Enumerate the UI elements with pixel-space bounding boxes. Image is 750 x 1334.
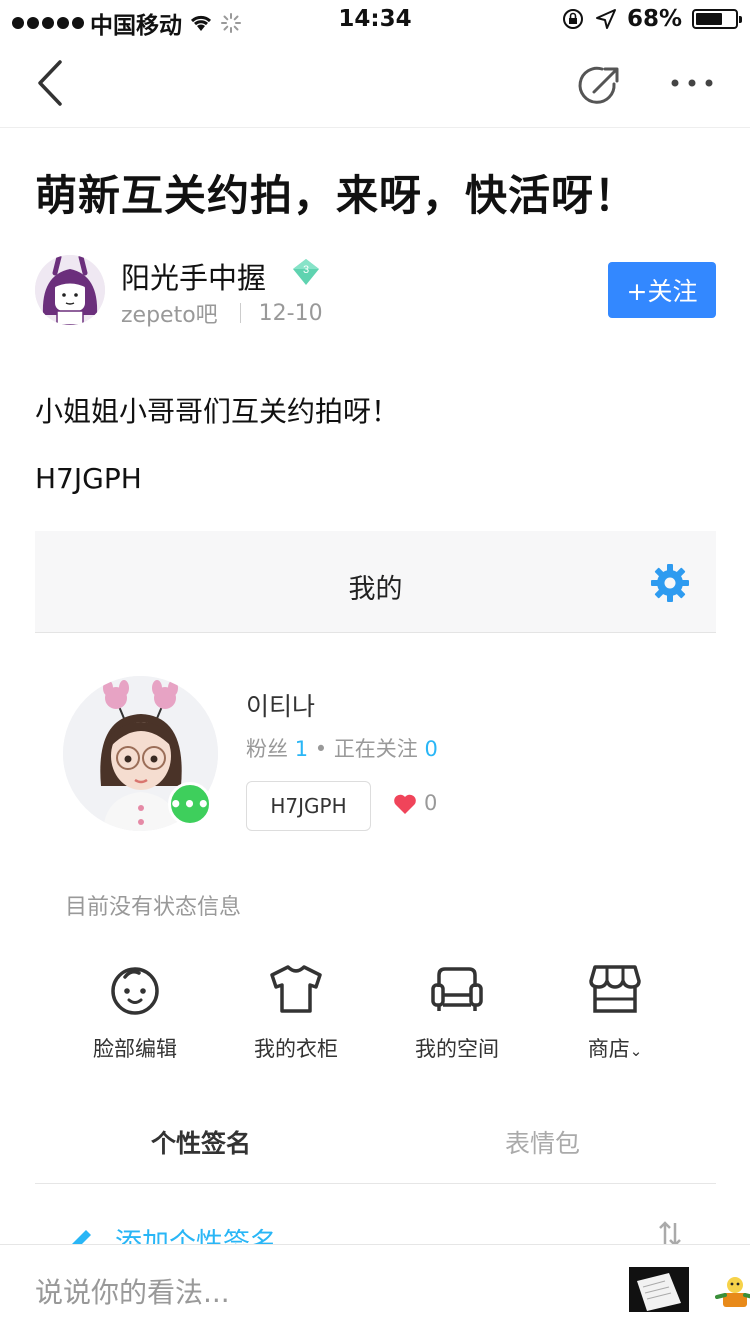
dot-separator: •	[314, 737, 334, 761]
level-badge-icon: 3	[293, 259, 319, 285]
zepeto-stats: 粉丝 1 • 正在关注 0	[246, 733, 438, 763]
add-signature-label: 添加个性签名	[115, 1228, 277, 1245]
status-bar: 中国移动 14:34 68%	[0, 0, 750, 40]
rotation-lock-icon	[562, 9, 583, 29]
comment-bar: 说说你的看法...	[0, 1244, 750, 1334]
author-meta: zepeto吧 12-10	[121, 297, 323, 329]
followers-label: 粉丝	[246, 737, 288, 761]
store-icon	[589, 965, 641, 1013]
menu-label: 商店⌄	[555, 1033, 675, 1063]
face-icon	[111, 967, 159, 1015]
followers-count: 1	[294, 737, 309, 761]
menu-label: 我的空间	[415, 1037, 499, 1061]
likes-count: 0	[424, 791, 438, 815]
zepeto-menu: 脸部编辑 我的衣柜 我的空间 商店⌄	[55, 961, 695, 1071]
zepeto-username: 이티나	[246, 692, 316, 721]
status-message: 目前没有状态信息	[65, 895, 242, 920]
gear-icon	[651, 564, 689, 602]
heart-icon	[394, 794, 416, 814]
location-icon	[595, 9, 616, 29]
store-label: 商店	[587, 1037, 630, 1061]
image-thumbnail[interactable]	[629, 1267, 689, 1312]
menu-label: 我的衣柜	[254, 1037, 338, 1061]
menu-label: 脸部编辑	[93, 1037, 177, 1061]
embed-title: 我的	[348, 574, 403, 605]
follow-button[interactable]: +关注	[608, 262, 716, 318]
battery-percent: 68%	[626, 6, 682, 32]
following-label: 正在关注	[333, 737, 418, 761]
embed-header: 我的	[35, 531, 716, 633]
sofa-icon	[431, 967, 483, 1011]
meta-divider	[239, 303, 241, 323]
chat-bubble-icon[interactable]: •••	[168, 782, 212, 826]
forum-name[interactable]: zepeto吧	[121, 297, 218, 329]
tab-signature: 个性签名	[151, 1129, 252, 1158]
level-number: 3	[303, 264, 309, 276]
add-signature: 添加个性签名	[65, 1221, 277, 1245]
post-date: 12-10	[258, 300, 323, 326]
comment-input[interactable]: 说说你的看法...	[35, 1271, 230, 1311]
author-avatar[interactable]	[35, 255, 105, 325]
post-image[interactable]: 我的 ••• 이티나 粉丝 1 • 正在关注 0 H7JGPH 0 目前没有状态…	[35, 531, 716, 1245]
author-row: 阳光手中握 3 zepeto吧 12-10 +关注	[35, 255, 716, 330]
nav-bar	[0, 40, 750, 128]
menu-store: 商店⌄	[555, 961, 675, 1071]
avatar-drawing	[35, 255, 105, 325]
post-body-code: H7JGPH	[35, 462, 142, 495]
following-count: 0	[424, 737, 438, 761]
battery-icon	[692, 9, 742, 29]
post-body-line: 小姐姐小哥哥们互关约拍呀！	[35, 395, 400, 428]
sort-icon	[659, 1221, 681, 1245]
menu-my-space: 我的空间	[397, 961, 517, 1071]
zepeto-code: H7JGPH	[246, 781, 371, 831]
menu-face-edit: 脸部编辑	[75, 961, 195, 1071]
post-title: 萌新互关约拍，来呀，快活呀！	[35, 171, 638, 220]
chevron-left-icon[interactable]	[30, 58, 74, 108]
menu-wardrobe: 我的衣柜	[236, 961, 356, 1071]
battery-fill	[696, 13, 722, 25]
zepeto-tabs: 个性签名 表情包	[35, 1096, 716, 1184]
share-icon[interactable]	[576, 62, 624, 110]
pencil-icon	[70, 1229, 91, 1245]
status-right: 68%	[561, 6, 742, 32]
author-name[interactable]: 阳光手中握	[121, 255, 266, 297]
sticker-icon[interactable]	[715, 1273, 750, 1313]
more-icon[interactable]	[668, 68, 716, 98]
thumbnail-image	[629, 1267, 689, 1312]
shirt-icon	[270, 965, 322, 1013]
tab-stickers: 表情包	[505, 1129, 581, 1158]
chevron-down-icon: ⌄	[629, 1042, 643, 1060]
